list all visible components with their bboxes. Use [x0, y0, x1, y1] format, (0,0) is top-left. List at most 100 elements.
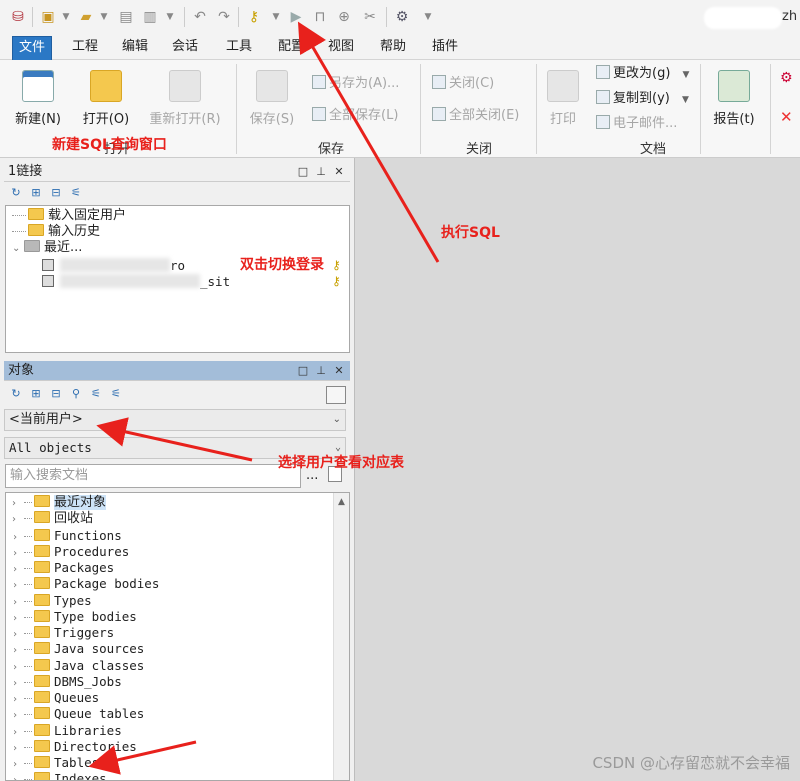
refresh-icon[interactable]: ↻: [10, 187, 22, 199]
color-box[interactable]: [326, 386, 346, 404]
new-dropdown-icon[interactable]: ▼: [56, 7, 76, 27]
expand-icon[interactable]: ⊞: [30, 388, 42, 400]
open-button[interactable]: 打开(O): [78, 70, 134, 127]
printer-icon: [547, 70, 579, 102]
filter-icon[interactable]: ⚟: [70, 187, 82, 199]
tab-config[interactable]: 配置: [272, 36, 310, 60]
object-tree-item[interactable]: › Queues: [12, 690, 99, 706]
object-tree-item[interactable]: › Indexes: [12, 771, 107, 781]
key-dropdown-icon[interactable]: ▼: [266, 7, 286, 27]
tab-plugins[interactable]: 插件: [426, 36, 464, 60]
object-tree-item[interactable]: › Package bodies: [12, 576, 159, 592]
expand-arrow-icon[interactable]: ›: [12, 496, 22, 512]
redo-icon[interactable]: ↷: [214, 7, 234, 27]
tree-item-fixed-users[interactable]: 载入固定用户: [12, 208, 126, 224]
panel-restore-icon[interactable]: □: [296, 162, 310, 182]
panel-restore-icon[interactable]: □: [296, 361, 310, 381]
tab-tools[interactable]: 工具: [220, 36, 258, 60]
key-icon[interactable]: ⚷: [244, 7, 264, 27]
save-button[interactable]: 保存(S): [248, 70, 296, 127]
object-tree-item[interactable]: › Type bodies: [12, 609, 137, 625]
copy-to-button[interactable]: 复制到(y) ▼: [596, 89, 689, 109]
connection-item-2[interactable]: _sit: [42, 274, 230, 290]
database-icon[interactable]: ⛁: [8, 7, 28, 27]
report-button[interactable]: 报告(t): [708, 70, 760, 127]
close-icon: [432, 75, 446, 89]
scroll-up-icon[interactable]: ▲: [334, 493, 349, 507]
user-select[interactable]: <当前用户> ⌄: [4, 409, 346, 431]
panel-close-icon[interactable]: ✕: [332, 361, 346, 381]
expand-arrow-icon[interactable]: ›: [12, 773, 22, 780]
expand-arrow-icon[interactable]: ›: [12, 512, 22, 528]
new-icon[interactable]: ▣: [38, 7, 58, 27]
folder-icon: [34, 626, 50, 638]
tab-file[interactable]: 文件: [12, 36, 53, 60]
close-button[interactable]: 关闭(C): [432, 74, 494, 94]
object-tree-label: Indexes: [54, 771, 107, 781]
email-button[interactable]: 电子邮件...: [596, 114, 677, 134]
object-tree-item[interactable]: › Libraries: [12, 723, 122, 739]
execute-icon[interactable]: ▶: [286, 7, 306, 27]
connection-item-1[interactable]: ro: [42, 258, 185, 274]
close-red-icon[interactable]: ✕: [780, 108, 796, 126]
tab-view[interactable]: 视图: [322, 36, 360, 60]
change-to-button[interactable]: 更改为(g) ▼: [596, 64, 689, 84]
folder-icon: [34, 772, 50, 780]
tree-item-recent[interactable]: ⌄ 最近...: [12, 240, 82, 256]
annotation-execute-sql: 执行SQL: [441, 225, 500, 241]
print-icon[interactable]: ▥: [140, 7, 160, 27]
object-tree-item[interactable]: › Types: [12, 593, 92, 609]
tab-edit[interactable]: 编辑: [116, 36, 154, 60]
tree-item-history[interactable]: 输入历史: [12, 224, 100, 240]
close-all-button[interactable]: 全部关闭(E): [432, 106, 519, 126]
object-tree-item[interactable]: › Java sources: [12, 641, 144, 657]
expand-icon[interactable]: ⊞: [30, 187, 42, 199]
tab-project[interactable]: 工程: [66, 36, 104, 60]
find-icon[interactable]: ⚲: [70, 388, 82, 400]
object-tree-item[interactable]: › Queue tables: [12, 706, 144, 722]
open-dropdown-icon[interactable]: ▼: [94, 7, 114, 27]
settings-icon[interactable]: ⚙: [392, 7, 412, 27]
scrollbar[interactable]: ▲: [333, 493, 349, 780]
cancel-icon[interactable]: ✂: [360, 7, 380, 27]
customize-icon[interactable]: ▼: [418, 7, 438, 27]
reopen-button[interactable]: 重新打开(R): [146, 70, 224, 127]
collapse-icon[interactable]: ⊟: [50, 187, 62, 199]
save-all-button[interactable]: 全部保存(L): [312, 106, 398, 126]
save-label: 保存(S): [249, 112, 295, 127]
print-button[interactable]: 打印: [544, 70, 582, 127]
object-tree-item[interactable]: › Procedures: [12, 544, 129, 560]
refresh-icon[interactable]: ↻: [10, 388, 22, 400]
save-as-icon: [312, 75, 326, 89]
tab-help[interactable]: 帮助: [374, 36, 412, 60]
plugin-icon[interactable]: ⚙: [780, 70, 796, 86]
tab-session[interactable]: 会话: [166, 36, 204, 60]
search-input[interactable]: 输入搜索文档: [5, 464, 301, 488]
object-tree-item[interactable]: › 最近对象: [12, 495, 107, 512]
object-tree-item[interactable]: › Tables: [12, 755, 99, 771]
folder-icon: [34, 739, 50, 752]
filter-icon[interactable]: ⚟: [90, 388, 102, 400]
save-icon[interactable]: ▤: [116, 7, 136, 27]
object-tree-item[interactable]: › Triggers: [12, 625, 114, 641]
object-tree-item[interactable]: › DBMS_Jobs: [12, 674, 122, 690]
object-tree-item[interactable]: › Java classes: [12, 658, 144, 674]
object-tree-item[interactable]: › Functions: [12, 528, 122, 544]
print-dropdown-icon[interactable]: ▼: [160, 7, 180, 27]
lock-icon[interactable]: ⊓: [310, 7, 330, 27]
connections-toolbar: ↻ ⊞ ⊟ ⚟: [4, 184, 350, 204]
undo-icon[interactable]: ↶: [190, 7, 210, 27]
new-button[interactable]: 新建(N): [12, 70, 64, 127]
collapse-icon[interactable]: ⊟: [50, 388, 62, 400]
object-tree-label: Queues: [54, 690, 100, 705]
panel-close-icon[interactable]: ✕: [332, 162, 346, 182]
object-tree-item[interactable]: › Directories: [12, 739, 137, 755]
open-icon[interactable]: ▰: [76, 7, 96, 27]
save-as-button[interactable]: 另存为(A)...: [312, 74, 399, 94]
object-tree-item[interactable]: › 回收站: [12, 511, 93, 527]
panel-pin-icon[interactable]: ⊥: [314, 162, 328, 182]
commit-icon[interactable]: ⊕: [334, 7, 354, 27]
object-tree-item[interactable]: › Packages: [12, 560, 114, 576]
properties-icon[interactable]: ⚟: [110, 388, 122, 400]
panel-pin-icon[interactable]: ⊥: [314, 361, 328, 381]
